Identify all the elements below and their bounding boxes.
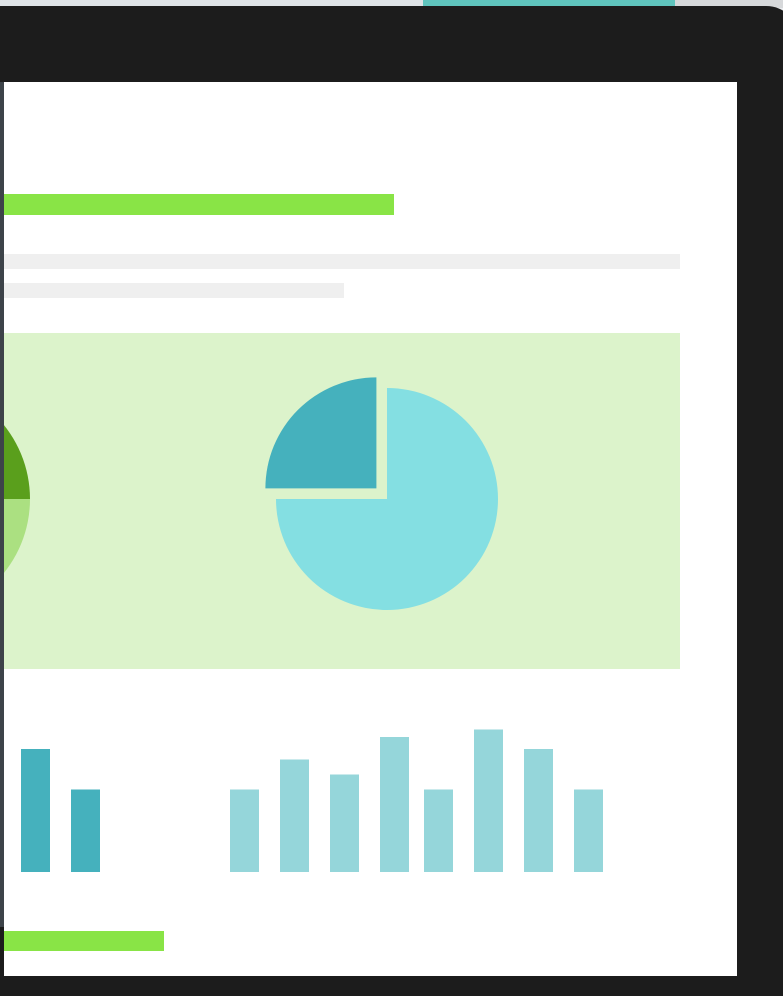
pie-slice bbox=[265, 377, 377, 489]
title-placeholder-bar bbox=[4, 194, 394, 215]
pie-chart bbox=[265, 377, 498, 610]
bar bbox=[280, 759, 309, 872]
bar bbox=[230, 789, 259, 872]
pie-charts bbox=[4, 377, 498, 610]
bar bbox=[424, 789, 453, 872]
bar bbox=[474, 729, 503, 872]
bar-chart-partial bbox=[21, 749, 100, 872]
bar bbox=[524, 749, 553, 872]
chart-panel bbox=[4, 333, 680, 669]
text-placeholder-line-1 bbox=[4, 254, 680, 269]
pie-slice bbox=[4, 499, 30, 573]
bar bbox=[574, 789, 603, 872]
bar bbox=[21, 749, 50, 872]
bar bbox=[380, 737, 409, 872]
tablet-screen bbox=[4, 82, 737, 976]
text-placeholder-line-2 bbox=[4, 283, 344, 298]
pie-chart-partial bbox=[4, 425, 30, 573]
bar bbox=[71, 789, 100, 872]
bar bbox=[330, 774, 359, 872]
bar-charts bbox=[21, 729, 603, 872]
bar-chart bbox=[230, 729, 603, 872]
pie-slice bbox=[4, 425, 30, 499]
footer-placeholder-bar bbox=[4, 931, 164, 951]
